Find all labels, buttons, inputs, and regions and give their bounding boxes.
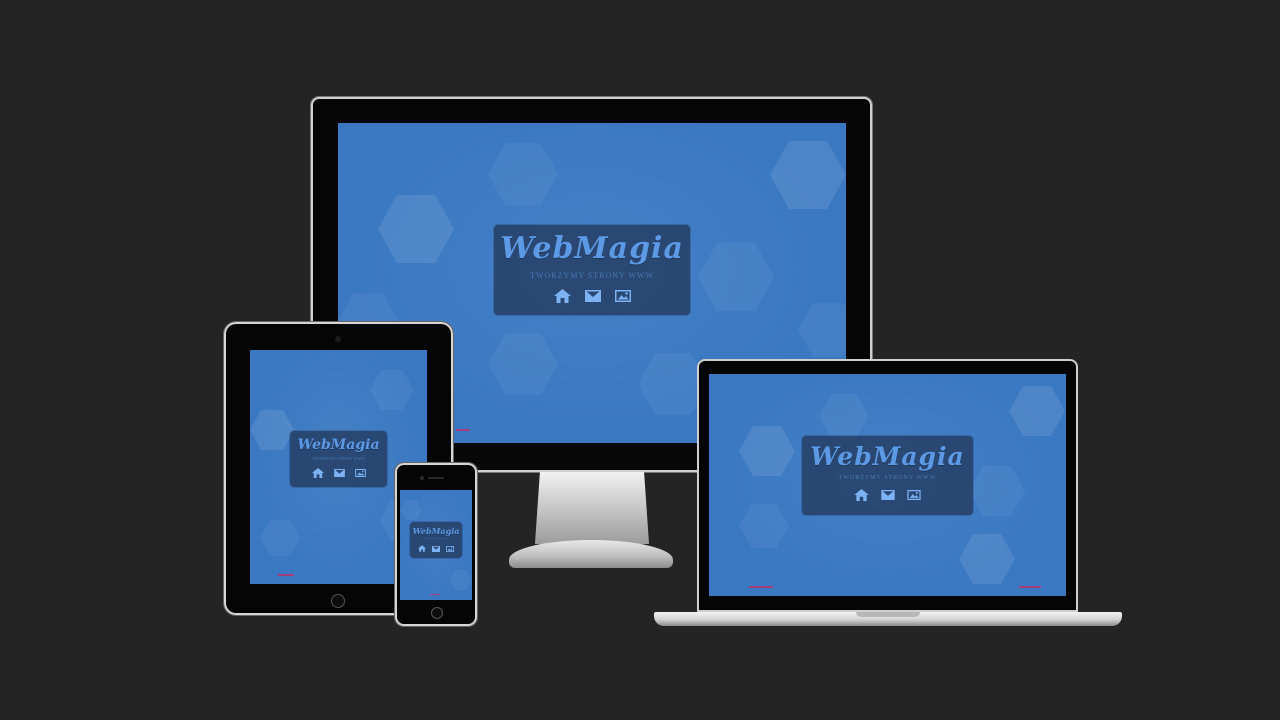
hex-shape [370, 370, 414, 410]
site-tagline: TWORZYMY STRONY WWW [838, 475, 937, 481]
footer-mark [456, 429, 470, 431]
image-icon[interactable] [446, 545, 454, 552]
home-icon[interactable] [553, 289, 571, 303]
image-icon[interactable] [354, 469, 366, 477]
hero-card: WebMagia TWORZYMY STRONY WWW [410, 522, 462, 558]
hex-shape [969, 466, 1025, 516]
hex-shape [959, 534, 1015, 584]
site-tagline: TWORZYMY STRONY WWW [529, 271, 655, 280]
home-icon[interactable] [854, 489, 869, 501]
hex-shape [450, 570, 472, 590]
laptop-device: WebMagia TWORZYMY STRONY WWW [697, 359, 1078, 612]
hex-shape [819, 394, 869, 438]
hex-shape [1009, 386, 1065, 436]
envelope-icon[interactable] [584, 290, 601, 302]
envelope-icon[interactable] [881, 490, 895, 500]
footer-mark [430, 594, 440, 595]
home-icon[interactable] [311, 468, 324, 478]
hex-shape [798, 303, 846, 357]
phone-screen: WebMagia TWORZYMY STRONY WWW [400, 490, 472, 600]
image-icon[interactable] [614, 290, 631, 302]
hex-shape [739, 504, 789, 548]
site-logo[interactable]: WebMagia [410, 526, 462, 536]
image-icon[interactable] [907, 490, 921, 500]
envelope-icon[interactable] [432, 545, 440, 552]
phone-home-button[interactable] [431, 607, 443, 619]
hero-card: WebMagia TWORZYMY STRONY WWW [290, 431, 387, 487]
hex-shape [739, 426, 795, 476]
site-logo[interactable]: WebMagia [802, 442, 973, 472]
site-tagline: TWORZYMY STRONY WWW [422, 538, 450, 540]
hero-card: WebMagia TWORZYMY STRONY WWW [494, 225, 690, 315]
hex-shape [400, 500, 422, 520]
envelope-icon[interactable] [333, 469, 345, 477]
tablet-camera [335, 336, 341, 342]
hex-shape [250, 410, 294, 450]
hex-shape [698, 243, 774, 311]
home-icon[interactable] [418, 545, 426, 552]
footer-mark [749, 586, 773, 588]
hex-shape [488, 143, 558, 205]
site-tagline: TWORZYMY STRONY WWW [312, 456, 365, 461]
site-logo[interactable]: WebMagia [290, 436, 387, 454]
tablet-home-button[interactable] [331, 594, 345, 608]
phone-device: WebMagia TWORZYMY STRONY WWW [395, 463, 477, 626]
hex-shape [488, 333, 558, 395]
hex-shape [378, 195, 454, 263]
hex-shape [770, 141, 846, 209]
laptop-notch [856, 612, 920, 617]
phone-speaker [428, 477, 444, 479]
monitor-base [509, 540, 673, 568]
laptop-screen: WebMagia TWORZYMY STRONY WWW [709, 374, 1066, 596]
phone-camera [420, 476, 424, 480]
hero-card: WebMagia TWORZYMY STRONY WWW [802, 436, 973, 515]
footer-mark [278, 574, 294, 576]
footer-mark [1019, 586, 1041, 588]
site-logo[interactable]: WebMagia [494, 231, 690, 267]
monitor-stand [534, 472, 650, 544]
hex-shape [260, 520, 300, 556]
